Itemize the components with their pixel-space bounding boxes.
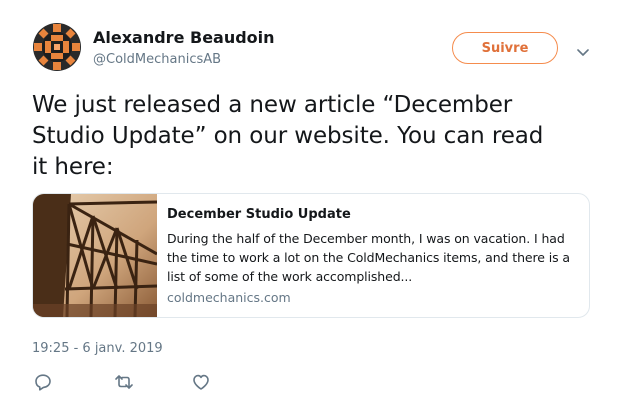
tweet-text: We just released a new article “December… bbox=[32, 90, 592, 183]
card-body: December Studio Update During the half o… bbox=[157, 194, 589, 317]
card-title: December Studio Update bbox=[167, 207, 351, 222]
tweet-text-line: it here: bbox=[32, 154, 114, 180]
tweet-text-line: We just released a new article “December bbox=[32, 92, 513, 118]
card-description-line: During the half of the December month, I… bbox=[167, 231, 565, 246]
card-description-line: the time to work a lot on the ColdMechan… bbox=[167, 250, 570, 265]
like-icon[interactable] bbox=[191, 372, 211, 392]
reply-icon[interactable] bbox=[33, 372, 53, 392]
follow-button[interactable]: Suivre bbox=[452, 32, 558, 64]
chevron-down-icon[interactable] bbox=[577, 43, 589, 56]
card-thumbnail bbox=[33, 194, 158, 317]
tweet-text-line: Studio Update” on our website. You can r… bbox=[32, 123, 544, 149]
retweet-icon[interactable] bbox=[114, 372, 134, 392]
tweet: Alexandre Beaudoin @ColdMechanicsAB Suiv… bbox=[0, 0, 622, 410]
timestamp[interactable]: 19:25 - 6 janv. 2019 bbox=[32, 341, 163, 357]
link-card[interactable]: December Studio Update During the half o… bbox=[32, 193, 590, 318]
card-domain: coldmechanics.com bbox=[167, 290, 291, 305]
avatar[interactable] bbox=[32, 22, 82, 72]
card-description: During the half of the December month, I… bbox=[167, 229, 575, 286]
author-handle[interactable]: @ColdMechanicsAB bbox=[93, 52, 221, 68]
author-name[interactable]: Alexandre Beaudoin bbox=[93, 28, 275, 48]
card-description-line: list of some of the work accomplished... bbox=[167, 269, 413, 284]
